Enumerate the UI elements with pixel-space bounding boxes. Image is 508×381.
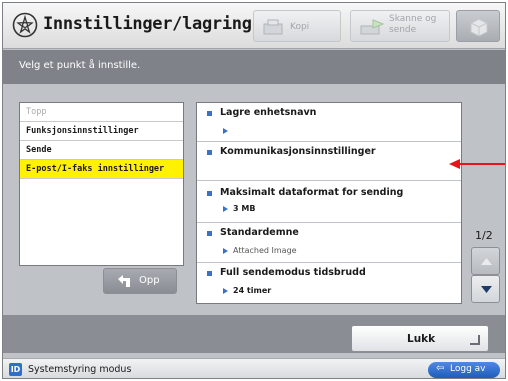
crumb-function-settings[interactable]: Funksjonsinnstillinger xyxy=(20,122,183,141)
crumb-top[interactable]: Topp xyxy=(20,103,183,122)
annotation-arrow-line xyxy=(458,163,505,165)
system-mode-text: Systemstyring modus xyxy=(28,364,132,375)
status-monitor-button[interactable] xyxy=(456,10,500,42)
arrow-up-icon xyxy=(481,258,492,265)
arrow-down-icon xyxy=(481,286,492,293)
setting-name: Maksimalt dataformat for sending xyxy=(220,187,404,198)
tab-copy[interactable]: Kopi xyxy=(253,10,341,42)
tab-scan-send-label: Skanne og sende xyxy=(389,14,437,35)
setting-name: Lagre enhetsnavn xyxy=(220,107,317,118)
setting-name: Standardemne xyxy=(220,227,299,238)
crumb-email-ifax-settings[interactable]: E-post/I-faks innstillinger xyxy=(20,160,183,179)
value-arrow-icon xyxy=(223,128,228,134)
setting-value: Attached Image xyxy=(233,246,297,255)
scroll-down-button[interactable] xyxy=(471,275,500,303)
instruction-text: Velg et punkt å innstille. xyxy=(19,60,141,71)
instruction-bar: Velg et punkt å innstille. xyxy=(3,50,505,84)
return-icon xyxy=(470,335,480,345)
copy-icon xyxy=(263,19,283,35)
setting-item-full-send-timeout[interactable]: Full sendemodus tidsbrudd 24 timer xyxy=(197,263,461,303)
setting-item-max-data-size[interactable]: Maksimalt dataformat for sending 3 MB xyxy=(197,181,461,223)
logout-button[interactable]: ⇦ Logg av xyxy=(428,362,500,378)
bullet-icon xyxy=(207,231,212,236)
logout-icon: ⇦ xyxy=(436,363,445,374)
back-arrow-icon xyxy=(118,275,130,287)
crumb-send[interactable]: Sende xyxy=(20,141,183,160)
menu-path-list: Topp Funksjonsinnstillinger Sende E-post… xyxy=(19,102,184,266)
scroll-up-button[interactable] xyxy=(471,247,500,275)
logout-label: Logg av xyxy=(450,364,486,374)
bullet-icon xyxy=(207,111,212,116)
bullet-icon xyxy=(207,150,212,155)
settings-gear-icon xyxy=(12,12,38,38)
status-bar: ID Systemstyring modus ⇦ Logg av xyxy=(3,358,505,378)
value-arrow-icon xyxy=(223,248,228,254)
page-title: Innstillinger/lagring xyxy=(43,14,252,34)
close-button-label: Lukk xyxy=(407,333,436,345)
cube-icon xyxy=(470,18,488,37)
up-button[interactable]: Opp xyxy=(103,268,177,294)
setting-name: Kommunikasjonsinnstillinger xyxy=(220,146,376,157)
settings-screen: Innstillinger/lagring Kopi Skanne og sen… xyxy=(2,2,506,379)
annotation-arrow-icon xyxy=(449,159,460,169)
scan-send-icon xyxy=(360,19,385,35)
setting-value: 24 timer xyxy=(233,286,272,295)
bullet-icon xyxy=(207,271,212,276)
close-button[interactable]: Lukk xyxy=(351,325,489,352)
page-indicator: 1/2 xyxy=(475,229,493,242)
system-manager-id-icon: ID xyxy=(9,363,22,376)
value-arrow-icon xyxy=(223,206,228,212)
header-bar: Innstillinger/lagring Kopi Skanne og sen… xyxy=(3,3,505,49)
value-arrow-icon xyxy=(223,288,228,294)
setting-item-communication[interactable]: Kommunikasjonsinnstillinger xyxy=(197,142,461,181)
setting-item-device-name[interactable]: Lagre enhetsnavn xyxy=(197,103,461,142)
bullet-icon xyxy=(207,191,212,196)
settings-list: Lagre enhetsnavn Kommunikasjonsinnstilli… xyxy=(196,102,462,304)
setting-item-default-subject[interactable]: Standardemne Attached Image xyxy=(197,223,461,263)
tab-scan-send[interactable]: Skanne og sende xyxy=(350,10,450,42)
tab-copy-label: Kopi xyxy=(290,22,310,32)
up-button-label: Opp xyxy=(139,275,160,286)
setting-value: 3 MB xyxy=(233,204,256,213)
setting-name: Full sendemodus tidsbrudd xyxy=(220,267,366,278)
